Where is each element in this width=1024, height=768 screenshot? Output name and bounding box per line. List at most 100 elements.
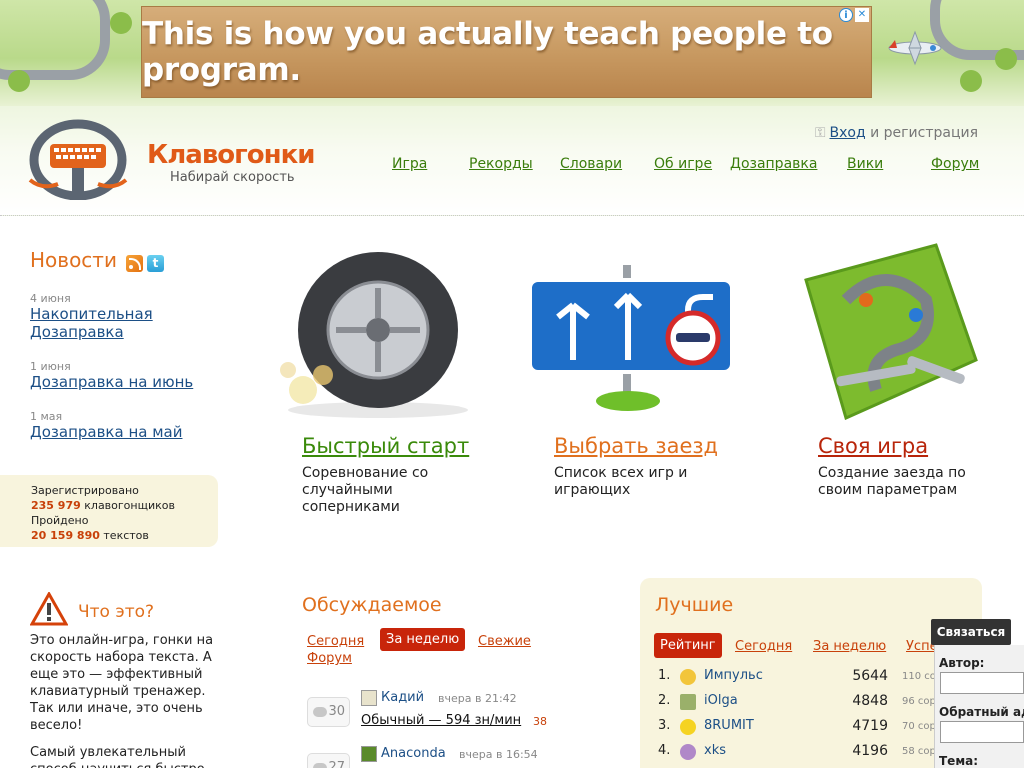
nav-about[interactable]: Об игре [654, 156, 712, 172]
nav-records[interactable]: Рекорды [469, 156, 533, 172]
logo-subtitle: Набирай скорость [170, 170, 295, 185]
what-text: Это онлайн-игра, гонки на скорость набор… [30, 632, 220, 768]
discussed-title: Обсуждаемое [302, 594, 442, 616]
discussion-time: вчера в 16:54 [459, 748, 538, 761]
user-avatar [680, 669, 696, 685]
author-label: Автор: [939, 656, 985, 670]
road-sign-icon[interactable] [528, 265, 734, 415]
top-banner-background: This is how you actually teach people to… [0, 0, 1024, 106]
news-title: Новости [30, 248, 117, 272]
user-avatar [680, 744, 696, 760]
passed-value: 20 159 890 [31, 529, 100, 542]
user-avatar [680, 719, 696, 735]
registered-line: 235 979 клавогонщиков [31, 498, 218, 513]
news-link[interactable]: Дозаправка на июнь [30, 373, 210, 391]
tab-week[interactable]: За неделю [380, 628, 466, 651]
nav-forum[interactable]: Форум [931, 156, 979, 172]
steering-wheel-logo-icon[interactable] [28, 118, 128, 200]
what-paragraph-2: Самый увлекательный способ научиться быс… [30, 745, 205, 768]
player-score: 4196 [852, 743, 888, 759]
topic-label: Тема: [939, 754, 979, 768]
player-score: 5644 [852, 668, 888, 684]
nav-game[interactable]: Игра [392, 156, 427, 172]
tree-decoration [8, 70, 30, 92]
news-link[interactable]: Накопительная Дозаправка [30, 305, 210, 341]
tree-decoration [995, 48, 1017, 70]
choose-race-desc: Список всех игр и играющих [554, 465, 688, 498]
rank: 1. [658, 668, 671, 683]
best-title: Лучшие [655, 594, 734, 616]
tab-best-today[interactable]: Сегодня [735, 639, 792, 654]
nav-refuel[interactable]: Дозаправка [730, 156, 817, 172]
what-paragraph: Это онлайн-игра, гонки на скорость набор… [30, 633, 214, 733]
discussion-topic-count: 38 [533, 715, 547, 728]
registered-value: 235 979 [31, 499, 81, 512]
comment-count-value: 27 [328, 760, 345, 768]
ad-info-icon[interactable]: i [839, 8, 853, 22]
news-link[interactable]: Дозаправка на май [30, 423, 210, 441]
tab-rating[interactable]: Рейтинг [654, 633, 722, 658]
login-area: ⚿ Вход и регистрация [815, 125, 978, 141]
quick-start-link[interactable]: Быстрый старт [302, 434, 469, 458]
tab-today[interactable]: Сегодня [307, 634, 364, 649]
tab-forum[interactable]: Форум [307, 651, 352, 666]
player-score: 4848 [852, 693, 888, 709]
rank: 3. [658, 718, 671, 733]
stats-panel: Зарегистрировано 235 979 клавогонщиков П… [0, 475, 218, 547]
puzzle-track-icon[interactable] [786, 240, 978, 420]
airplane-icon [888, 30, 942, 66]
passed-label: Пройдено [31, 514, 89, 527]
own-game-desc: Создание заезда по своим параметрам [818, 465, 966, 498]
rss-icon[interactable] [126, 255, 143, 272]
discussion-user[interactable]: Anaconda [381, 746, 446, 761]
choose-race-link[interactable]: Выбрать заезд [554, 434, 718, 458]
tab-fresh[interactable]: Свежие [478, 634, 531, 649]
comment-bubble-icon [313, 707, 327, 717]
user-avatar [361, 746, 377, 762]
road-decoration [0, 0, 110, 80]
discussion-time: вчера в 21:42 [438, 692, 517, 705]
tire-icon[interactable] [268, 240, 478, 420]
contact-button[interactable]: Связаться [931, 619, 1011, 645]
what-title: Что это? [78, 602, 155, 622]
player-name[interactable]: Импульс [704, 668, 763, 683]
login-link[interactable]: Вход [830, 125, 866, 141]
passed-line: 20 159 890 текстов [31, 528, 218, 543]
rank: 4. [658, 743, 671, 758]
logo-title[interactable]: Клавогонки [147, 140, 315, 170]
rank: 2. [658, 693, 671, 708]
quick-start-desc: Соревнование со случайными соперниками [302, 465, 429, 515]
register-text[interactable]: и регистрация [870, 125, 978, 141]
ad-close-icon[interactable]: ✕ [855, 8, 869, 22]
comment-count-value: 30 [328, 704, 345, 719]
registered-unit: клавогонщиков [84, 499, 175, 512]
own-game-link[interactable]: Своя игра [818, 434, 928, 458]
warning-icon [30, 592, 68, 626]
nav-wiki[interactable]: Вики [847, 156, 883, 172]
feedback-input[interactable] [940, 721, 1024, 743]
comment-count: 30 [307, 697, 350, 727]
news-date: 4 июня [30, 292, 71, 305]
news-date: 1 мая [30, 410, 63, 423]
player-name[interactable]: 8RUMIT [704, 718, 754, 733]
ad-text[interactable]: This is how you actually teach people to… [142, 16, 871, 88]
author-input[interactable] [940, 672, 1024, 694]
player-name[interactable]: iOlga [704, 693, 738, 708]
player-name[interactable]: xks [704, 743, 726, 758]
tab-best-week[interactable]: За неделю [813, 639, 886, 654]
tree-decoration [960, 70, 982, 92]
key-icon: ⚿ [814, 125, 826, 141]
player-score: 4719 [852, 718, 888, 734]
discussion-user[interactable]: Кадий [381, 690, 424, 705]
comment-count: 27 [307, 753, 350, 768]
comment-bubble-icon [313, 763, 327, 768]
news-date: 1 июня [30, 360, 71, 373]
discussion-topic[interactable]: Обычный — 594 зн/мин [361, 713, 521, 728]
ad-banner[interactable]: This is how you actually teach people to… [141, 6, 872, 98]
passed-unit: текстов [103, 529, 149, 542]
tree-decoration [110, 12, 132, 34]
feedback-label: Обратный адрес: [939, 705, 1024, 719]
twitter-icon[interactable]: t [147, 255, 164, 272]
user-avatar [680, 694, 696, 710]
nav-dictionaries[interactable]: Словари [560, 156, 622, 172]
